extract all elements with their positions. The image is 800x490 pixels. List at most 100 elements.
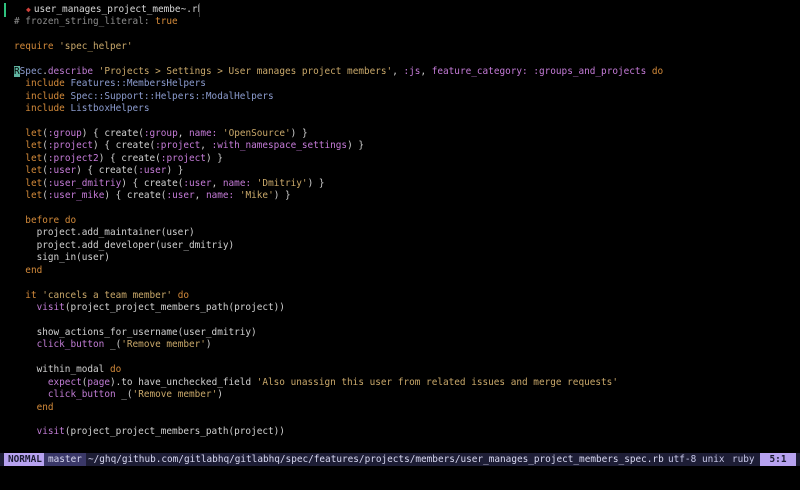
code-line[interactable]: let(:group) { create(:group, name: 'Open… [0,128,800,140]
code-token: ) { create( [121,177,184,189]
code-line[interactable]: RSpec.describe 'Projects > Settings > Us… [0,65,800,78]
code-token: ListboxHelpers [70,103,150,115]
statusline: NORMAL master ~/ghq/github.com/gitlabhq/… [0,453,800,466]
code-token: Spec::Support::Helpers::ModalHelpers [70,90,274,102]
file-path: ~/ghq/github.com/gitlabhq/gitlabhq/spec/… [88,454,664,465]
code-token: :project2 [47,152,99,164]
code-line[interactable]: let(:user_dmitriy) { create(:user, name:… [0,178,800,190]
code-token: name: [222,177,252,189]
code-token: do [651,65,664,77]
code-line[interactable]: let(:project) { create(:project, :with_n… [0,140,800,152]
code-line[interactable]: let(:user_mike) { create(:user, name: 'M… [0,190,800,202]
code-line[interactable] [0,277,800,289]
code-token: , [177,127,190,139]
code-line[interactable]: before do [0,215,800,227]
code-token: end [36,401,54,413]
code-line[interactable]: include Spec::Support::Helpers::ModalHel… [0,91,800,103]
code-line[interactable]: # frozen_string_literal: true [0,16,800,28]
code-token: 'Also unassign this user from related is… [256,376,618,388]
code-token: :user [166,190,195,202]
code-line[interactable]: end [0,402,800,414]
code-token: :user [138,165,167,177]
code-line[interactable] [0,53,800,65]
code-token: 'spec_helper' [59,40,133,52]
code-token: do [64,215,77,226]
code-line[interactable] [0,116,800,128]
code-line[interactable] [0,352,800,364]
code-token: click_button [36,339,105,351]
code-line[interactable]: sign_in(user) [0,252,800,264]
code-token: ).to have_unchecked_field [109,376,257,388]
code-token: end [25,264,43,276]
code-token: 'Mike' [239,190,274,202]
code-token: :with_namespace_settings [211,140,348,152]
code-line[interactable] [0,414,800,426]
code-token: ) } [205,152,223,164]
code-line[interactable]: let(:project2) { create(:project) } [0,153,800,165]
code-token: , [211,177,223,189]
code-token: :user [47,165,77,177]
code-token: project.add_developer(user_dmitriy) [14,239,235,251]
code-token: expect [47,376,82,388]
code-token: ) } [273,190,291,202]
code-token: include [25,90,71,102]
buffer-tab[interactable]: ◆ user_manages_project_membe~.rb [4,3,200,17]
code-token: ) [217,389,223,401]
code-token: Features::MembersHelpers [70,78,206,90]
code-token: , [200,140,212,152]
code-line[interactable]: end [0,265,800,277]
code-token: ) { create( [76,165,139,177]
code-line[interactable]: include Features::MembersHelpers [0,78,800,90]
code-line[interactable]: let(:user) { create(:user) } [0,165,800,177]
code-token: ) } [307,177,325,189]
code-token: let [25,177,43,189]
mode-indicator: NORMAL [4,453,46,466]
code-line[interactable]: include ListboxHelpers [0,103,800,115]
code-token: # frozen_string_literal: [14,16,156,27]
code-token: name: [205,190,235,202]
code-token: :project [155,140,201,152]
code-token: 'Remove member' [132,389,218,401]
code-line[interactable]: click_button _('Remove member') [0,339,800,351]
code-token: Spec [19,65,43,77]
file-type: ruby [732,454,755,465]
code-line[interactable] [0,203,800,215]
code-token: :group [47,127,82,139]
code-line[interactable]: expect(page).to have_unchecked_field 'Al… [0,377,800,389]
code-line[interactable]: require 'spec_helper' [0,41,800,53]
code-line[interactable]: it 'cancels a team member' do [0,290,800,302]
code-token: :user_mike [47,190,105,202]
code-token: do [109,364,122,376]
code-line[interactable]: project.add_maintainer(user) [0,227,800,239]
file-encoding: utf-8 [668,454,697,465]
code-token: 'Projects > Settings > User manages proj… [98,65,393,77]
code-line[interactable]: within_modal do [0,364,800,376]
code-line[interactable]: click_button _('Remove member') [0,389,800,401]
code-token: true [155,16,178,27]
code-line[interactable] [0,28,800,40]
code-token: :js [403,65,421,77]
code-token: ) } [290,127,308,139]
code-token: let [25,165,43,177]
editor-buffer[interactable]: # frozen_string_literal: true require 's… [0,16,800,452]
code-line[interactable]: show_actions_for_username(user_dmitriy) [0,327,800,339]
code-line[interactable]: visit(project_project_members_path(proje… [0,302,800,314]
code-token: page [87,376,110,388]
command-line[interactable] [0,466,800,490]
code-token: ) } [347,140,364,152]
code-token: ) } [166,165,184,177]
code-line[interactable]: visit(project_project_members_path(proje… [0,426,800,438]
tab-filename: user_manages_project_membe~.rb [33,4,200,15]
code-line[interactable]: project.add_developer(user_dmitriy) [0,240,800,252]
code-line[interactable] [0,315,800,327]
code-token: :group [143,127,178,139]
